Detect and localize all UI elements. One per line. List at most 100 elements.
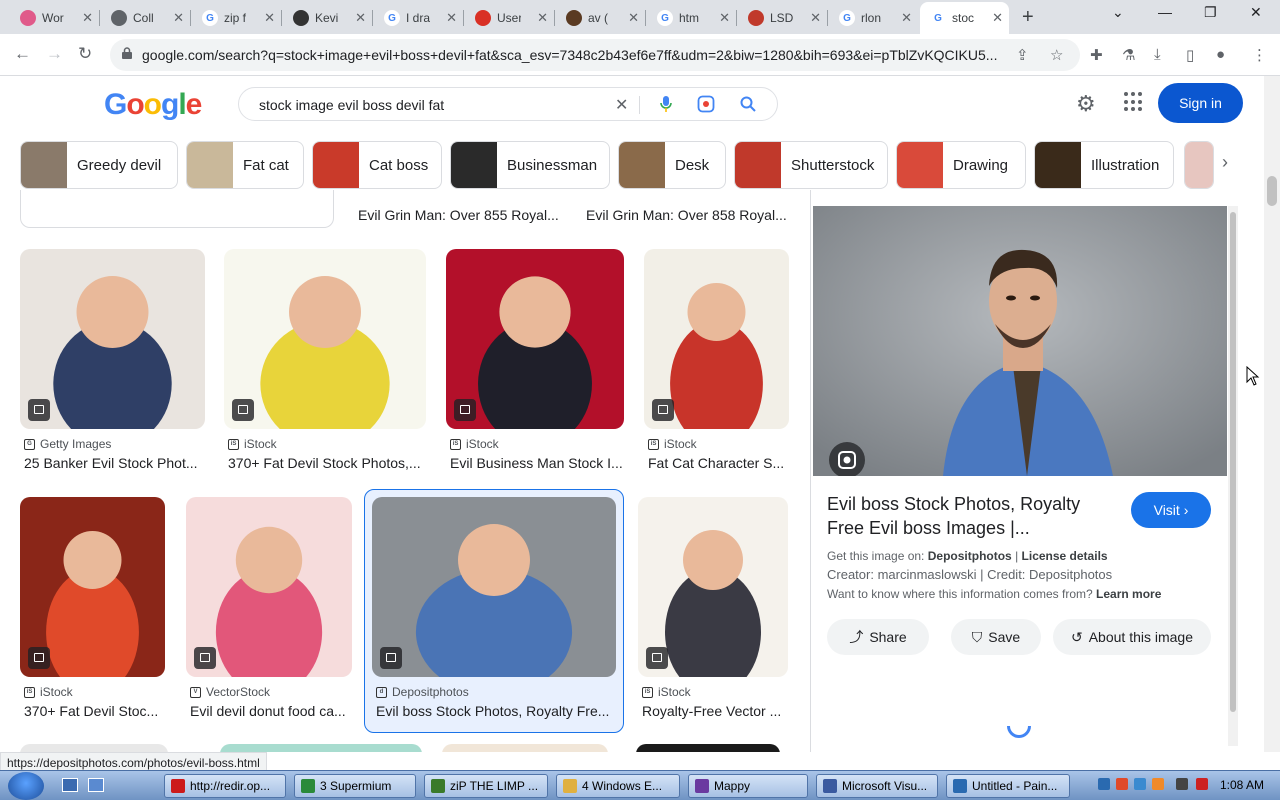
about-this-image-button[interactable]: ↺ About this image: [1053, 619, 1211, 655]
new-tab-button[interactable]: +: [1022, 6, 1034, 29]
browser-tab[interactable]: Coll ✕: [101, 4, 190, 32]
taskbar-window-button[interactable]: ziP THE LIMP ...: [424, 774, 548, 798]
taskbar-window-button[interactable]: Mappy: [688, 774, 808, 798]
filter-chip[interactable]: Greedy devil: [20, 141, 178, 189]
browser-tab[interactable]: User ✕: [465, 4, 554, 32]
result-source[interactable]: iS iStock: [450, 437, 499, 451]
tab-close-icon[interactable]: ✕: [173, 10, 184, 26]
result-image[interactable]: [638, 497, 788, 677]
voice-search-icon[interactable]: [659, 95, 673, 113]
partial-result-card[interactable]: [20, 190, 334, 228]
share-page-icon[interactable]: ⇪: [1016, 46, 1029, 64]
close-window-button[interactable]: ✕: [1250, 4, 1262, 21]
lens-search-icon[interactable]: [697, 95, 715, 113]
browser-tab[interactable]: Kevi ✕: [283, 4, 372, 32]
tab-close-icon[interactable]: ✕: [810, 10, 821, 26]
result-image-partial[interactable]: [636, 744, 780, 752]
tray-skype-icon[interactable]: [1134, 778, 1146, 790]
tab-close-icon[interactable]: ✕: [628, 10, 639, 26]
browser-tab[interactable]: av (✕: [556, 4, 645, 32]
taskbar-window-button[interactable]: Untitled - Pain...: [946, 774, 1070, 798]
profile-avatar-icon[interactable]: ●: [1216, 46, 1225, 63]
filter-chip-partial[interactable]: [1184, 141, 1214, 189]
partial-title-2[interactable]: Evil Grin Man: Over 858 Royal...: [586, 207, 796, 223]
learn-more-link[interactable]: Learn more: [1096, 587, 1161, 601]
taskbar-clock[interactable]: 1:08 AM: [1220, 778, 1264, 792]
filter-chip[interactable]: Fat cat: [186, 141, 304, 189]
search-icon[interactable]: [739, 95, 757, 113]
result-title[interactable]: Evil boss Stock Photos, Royalty Fre...: [376, 703, 612, 719]
result-image-partial[interactable]: [442, 744, 608, 752]
tray-network-icon[interactable]: [1176, 778, 1188, 790]
filter-chip[interactable]: Shutterstock: [734, 141, 888, 189]
side-panel-icon[interactable]: ▯: [1186, 46, 1194, 64]
image-source-link[interactable]: Depositphotos: [928, 549, 1012, 563]
sign-in-button[interactable]: Sign in: [1158, 83, 1243, 123]
google-apps-icon[interactable]: [1124, 92, 1144, 112]
tray-volume-muted-icon[interactable]: [1196, 778, 1208, 790]
license-details-link[interactable]: License details: [1022, 549, 1108, 563]
result-source[interactable]: V VectorStock: [190, 685, 270, 699]
filter-chip[interactable]: Desk: [618, 141, 726, 189]
preview-title[interactable]: Evil boss Stock Photos, Royalty Free Evi…: [827, 492, 1107, 540]
browser-tab[interactable]: LSD ✕: [738, 4, 827, 32]
download-icon[interactable]: ⤓: [1154, 46, 1161, 63]
tray-app-icon[interactable]: [1152, 778, 1164, 790]
tab-close-icon[interactable]: ✕: [719, 10, 730, 26]
preview-image[interactable]: [813, 206, 1227, 476]
taskbar-window-button[interactable]: 4 Windows E...: [556, 774, 680, 798]
page-scrollbar[interactable]: [1264, 76, 1280, 752]
result-title[interactable]: 370+ Fat Devil Stock Photos,...: [228, 455, 430, 471]
tab-search-icon[interactable]: ⌄: [1112, 4, 1124, 21]
partial-title-1[interactable]: Evil Grin Man: Over 855 Royal...: [358, 207, 568, 223]
tab-close-icon[interactable]: ✕: [82, 10, 93, 26]
result-image-partial[interactable]: [20, 744, 168, 752]
result-source[interactable]: iS iStock: [228, 437, 277, 451]
tab-close-icon[interactable]: ✕: [446, 10, 457, 26]
clear-search-icon[interactable]: ✕: [615, 95, 628, 115]
result-source[interactable]: d Depositphotos: [376, 685, 469, 699]
result-image[interactable]: [446, 249, 624, 429]
result-image[interactable]: [644, 249, 789, 429]
tray-facebook-icon[interactable]: [1098, 778, 1110, 790]
visit-button[interactable]: Visit ›: [1131, 492, 1211, 528]
extensions-icon[interactable]: ✚: [1090, 46, 1103, 64]
result-source[interactable]: iS iStock: [24, 685, 73, 699]
browser-tab[interactable]: Grlon ✕: [829, 4, 918, 32]
browser-tab[interactable]: Gzip f ✕: [192, 4, 281, 32]
taskbar-window-button[interactable]: 3 Supermium: [294, 774, 416, 798]
forward-button[interactable]: →: [46, 44, 63, 64]
tab-close-icon[interactable]: ✕: [992, 10, 1003, 26]
result-title[interactable]: Evil Business Man Stock I...: [450, 455, 628, 471]
chips-next-arrow-icon[interactable]: ›: [1222, 152, 1228, 173]
tab-close-icon[interactable]: ✕: [355, 10, 366, 26]
bookmark-star-icon[interactable]: ☆: [1050, 46, 1063, 64]
minimize-button[interactable]: —: [1158, 4, 1172, 20]
result-image[interactable]: [20, 497, 165, 677]
browser-tab[interactable]: G I dra ✕: [374, 4, 463, 32]
save-button[interactable]: ⛉ Save: [951, 619, 1041, 655]
filter-chip[interactable]: Drawing: [896, 141, 1026, 189]
result-source[interactable]: iS iStock: [648, 437, 697, 451]
address-bar[interactable]: google.com/search?q=stock+image+evil+bos…: [110, 39, 1080, 71]
result-image-partial[interactable]: [220, 744, 422, 752]
url-text[interactable]: google.com/search?q=stock+image+evil+bos…: [142, 47, 1018, 63]
result-title[interactable]: Royalty-Free Vector ...: [642, 703, 812, 719]
result-image[interactable]: [186, 497, 352, 677]
search-box[interactable]: ✕: [238, 87, 778, 121]
reload-button[interactable]: ↻: [78, 44, 92, 64]
start-button[interactable]: [8, 772, 44, 800]
browser-menu-icon[interactable]: ⋮: [1252, 46, 1267, 64]
extension-flask-icon[interactable]: ⚗: [1122, 46, 1135, 64]
panel-scrollbar-thumb[interactable]: [1230, 212, 1236, 712]
settings-gear-icon[interactable]: ⚙: [1076, 91, 1096, 117]
lens-visual-search-icon[interactable]: [829, 442, 865, 476]
result-image[interactable]: [224, 249, 426, 429]
taskbar-window-button[interactable]: http://redir.op...: [164, 774, 286, 798]
filter-chip[interactable]: Businessman: [450, 141, 610, 189]
page-scrollbar-thumb[interactable]: [1267, 176, 1277, 206]
result-source[interactable]: G Getty Images: [24, 437, 111, 451]
back-button[interactable]: ←: [14, 44, 31, 64]
result-image[interactable]: [20, 249, 205, 429]
filter-chip[interactable]: Cat boss: [312, 141, 442, 189]
